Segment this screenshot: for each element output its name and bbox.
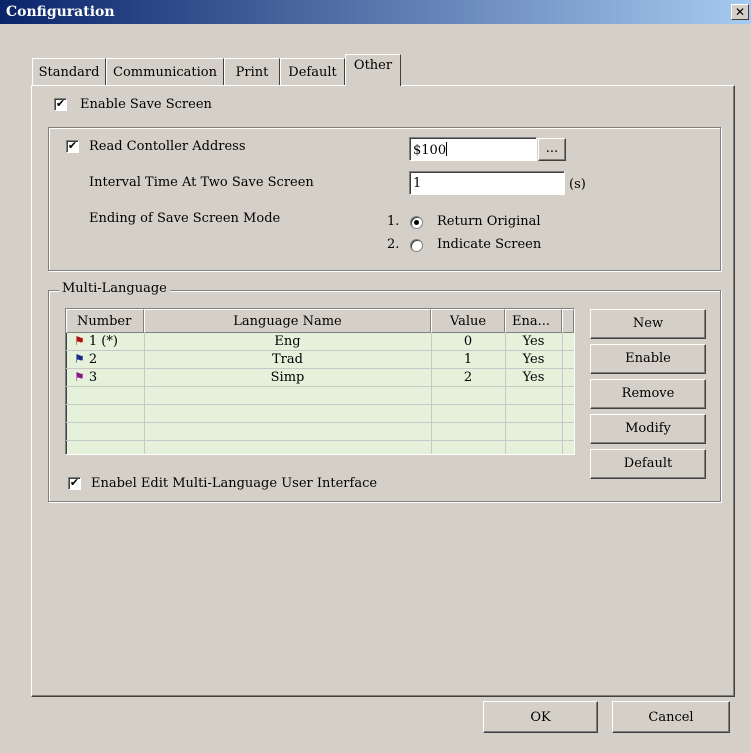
check-icon: ✔: [67, 139, 78, 152]
value-cell: 2: [463, 370, 473, 385]
modify-language-button[interactable]: Modify: [590, 414, 706, 444]
check-icon: ✔: [55, 97, 66, 110]
window-title: Configuration: [6, 4, 115, 20]
value-cell: 1: [463, 352, 473, 367]
tab-other[interactable]: Other: [345, 54, 401, 86]
address-value: $100: [413, 143, 447, 158]
number-cell: ⚑ 1 (*): [74, 334, 118, 349]
ok-button[interactable]: OK: [483, 701, 598, 733]
edit-ui-checkbox[interactable]: ✔: [68, 477, 81, 490]
table-row: [66, 423, 574, 441]
indicate-screen-label: Indicate Screen: [437, 237, 542, 252]
enabled-cell: Yes: [522, 352, 545, 367]
ending-mode-label: Ending of Save Screen Mode: [89, 211, 281, 226]
new-language-button[interactable]: New: [590, 309, 706, 339]
number-cell: ⚑ 3: [74, 370, 97, 385]
check-icon: ✔: [69, 476, 80, 489]
read-address-checkbox[interactable]: ✔: [66, 140, 79, 153]
tab-default[interactable]: Default: [280, 58, 345, 85]
flag-icon: ⚑: [74, 334, 85, 348]
language-name-cell: Simp: [270, 370, 305, 385]
column-header-enabled[interactable]: Ena...: [505, 309, 562, 333]
column-header-number[interactable]: Number: [66, 309, 144, 333]
column-header-filler: [562, 309, 574, 333]
tab-label: Standard: [38, 65, 100, 80]
tab-label: Print: [235, 65, 269, 80]
flag-icon: ⚑: [74, 352, 85, 366]
enabled-cell: Yes: [522, 334, 545, 349]
enabled-cell: Yes: [522, 370, 545, 385]
indicate-screen-radio[interactable]: [410, 239, 423, 252]
return-original-label: Return Original: [437, 214, 541, 229]
tab-print[interactable]: Print: [224, 58, 280, 85]
enable-save-screen-label: Enable Save Screen: [80, 97, 212, 112]
table-row[interactable]: ⚑ 2 Trad 1 Yes: [66, 351, 574, 369]
tab-communication[interactable]: Communication: [106, 58, 224, 85]
enable-save-screen-checkbox[interactable]: ✔: [54, 98, 67, 111]
language-name-cell: Eng: [274, 334, 301, 349]
language-list[interactable]: Number Language Name Value Ena... ⚑ 1 (*…: [65, 308, 575, 455]
mode-option-number: 2.: [387, 237, 400, 252]
default-language-button[interactable]: Default: [590, 449, 706, 479]
table-row: [66, 387, 574, 405]
number-cell: ⚑ 2: [74, 352, 97, 367]
interval-label: Interval Time At Two Save Screen: [89, 175, 314, 190]
read-address-label: Read Contoller Address: [89, 139, 246, 154]
close-button[interactable]: ✕: [731, 4, 749, 20]
mode-option-number: 1.: [387, 214, 400, 229]
text-cursor: [446, 142, 448, 156]
tab-label: Other: [353, 58, 393, 73]
browse-address-button[interactable]: ...: [538, 138, 566, 161]
multi-language-group-title: Multi-Language: [59, 281, 170, 296]
radio-selected-dot: [414, 220, 419, 225]
number-value: 2: [88, 352, 98, 367]
title-bar[interactable]: Configuration ✕: [0, 0, 751, 24]
column-header-value[interactable]: Value: [431, 309, 505, 333]
column-header-language-name[interactable]: Language Name: [144, 309, 431, 333]
table-row: [66, 405, 574, 423]
edit-ui-label: Enabel Edit Multi-Language User Interfac…: [91, 476, 378, 491]
language-name-cell: Trad: [272, 352, 303, 367]
tab-standard[interactable]: Standard: [32, 58, 106, 85]
address-input[interactable]: $100: [409, 137, 537, 161]
remove-language-button[interactable]: Remove: [590, 379, 706, 409]
interval-input[interactable]: 1: [409, 171, 565, 195]
tab-label: Communication: [113, 65, 217, 80]
close-icon: ✕: [734, 5, 746, 19]
table-row[interactable]: ⚑ 3 Simp 2 Yes: [66, 369, 574, 387]
table-row[interactable]: ⚑ 1 (*) Eng 0 Yes: [66, 333, 574, 351]
flag-icon: ⚑: [74, 370, 85, 384]
interval-value: 1: [413, 176, 422, 191]
number-value: 3: [88, 370, 98, 385]
interval-unit: (s): [569, 177, 586, 192]
return-original-radio[interactable]: [410, 216, 423, 229]
number-value: 1 (*): [88, 334, 118, 349]
enable-language-button[interactable]: Enable: [590, 344, 706, 374]
tab-label: Default: [288, 65, 337, 80]
cancel-button[interactable]: Cancel: [612, 701, 730, 733]
value-cell: 0: [463, 334, 473, 349]
